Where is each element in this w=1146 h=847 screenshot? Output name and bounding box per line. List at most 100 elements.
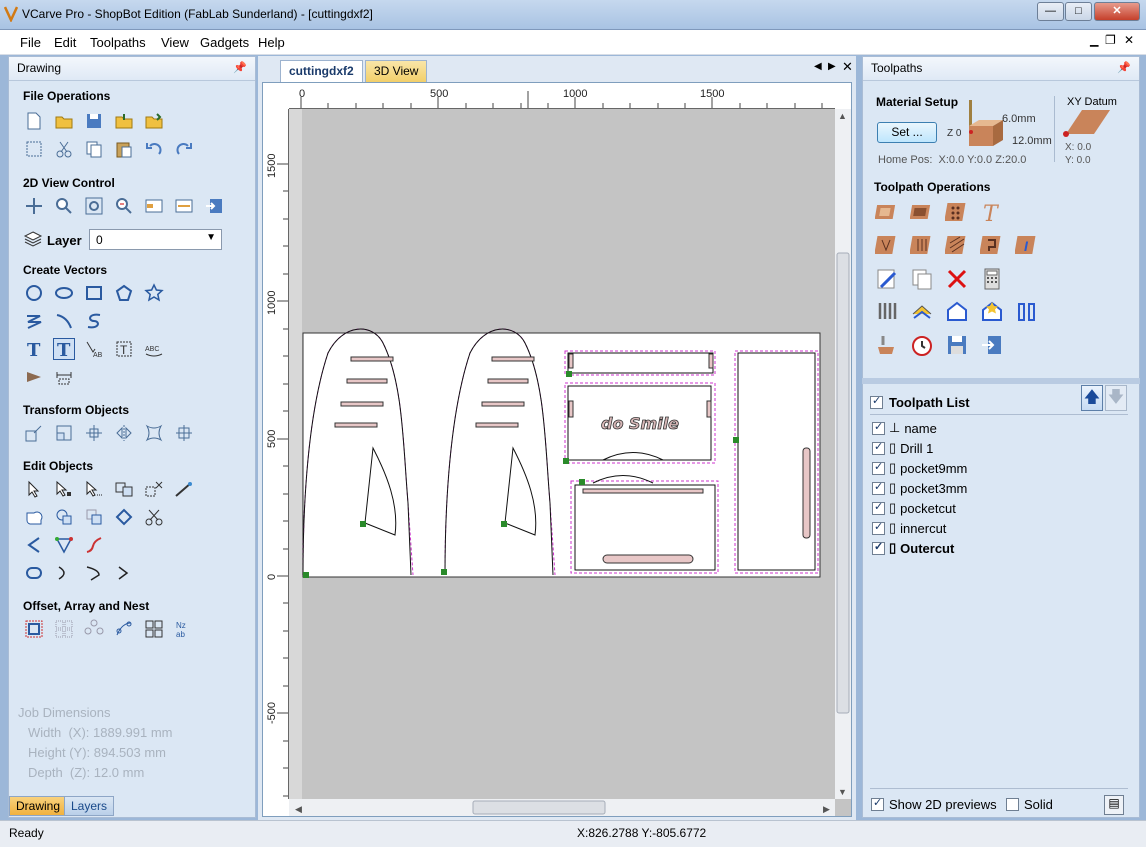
panel-splitter[interactable]: [862, 378, 1140, 384]
edit-toolpath-icon[interactable]: [874, 266, 900, 292]
join-vectors-icon[interactable]: [113, 506, 135, 528]
toolpath-row-pocket9mm[interactable]: ▯pocket9mm: [872, 458, 967, 478]
block-copy-icon[interactable]: [53, 618, 75, 640]
save-template-icon[interactable]: [979, 299, 1005, 325]
ungroup-icon[interactable]: [143, 478, 165, 500]
paste-icon[interactable]: [113, 138, 135, 160]
solid-option[interactable]: Solid: [1006, 797, 1053, 812]
draw-star-icon[interactable]: [143, 282, 165, 304]
cut-icon[interactable]: [53, 138, 75, 160]
distort-icon[interactable]: [143, 422, 165, 444]
draw-polyline-icon[interactable]: [23, 310, 45, 332]
prism-toolpath-icon[interactable]: [979, 232, 1005, 258]
pin-icon[interactable]: 📌: [233, 57, 247, 80]
menu-gadgets[interactable]: Gadgets: [200, 35, 249, 50]
engrave-text-icon[interactable]: T: [979, 199, 1005, 225]
close-vectors-icon[interactable]: [23, 562, 45, 584]
mdi-minimize-button[interactable]: ▁: [1090, 34, 1098, 47]
nest-text-icon[interactable]: Nz ab: [173, 618, 195, 640]
show-2d-previews-option[interactable]: Show 2D previews: [871, 796, 997, 812]
draw-ellipse-icon[interactable]: [53, 282, 75, 304]
auto-layout-text-icon[interactable]: T: [53, 338, 75, 360]
smooth-nodes-icon[interactable]: [53, 534, 75, 556]
circular-copy-icon[interactable]: [83, 618, 105, 640]
toolpath-checkbox[interactable]: [872, 440, 885, 455]
time-estimate-icon[interactable]: [909, 332, 935, 358]
copy-along-vectors-icon[interactable]: [113, 618, 135, 640]
zoom-extents-icon[interactable]: [83, 195, 105, 217]
tab-layers[interactable]: Layers: [64, 796, 115, 816]
toolpath-tiling-icon[interactable]: [1014, 299, 1040, 325]
delete-toolpath-icon[interactable]: [944, 266, 970, 292]
tab-drawing[interactable]: Drawing: [9, 796, 68, 816]
fillet-icon[interactable]: [23, 366, 45, 388]
close-button[interactable]: ✕: [1094, 2, 1140, 21]
view-left-icon[interactable]: [143, 195, 165, 217]
draw-arc-icon[interactable]: [53, 310, 75, 332]
pan-icon[interactable]: [23, 195, 45, 217]
menu-view[interactable]: View: [161, 35, 189, 50]
vcarve-toolpath-icon[interactable]: [874, 232, 900, 258]
tab-3d-view[interactable]: 3D View: [365, 60, 428, 82]
import-vectors-icon[interactable]: [113, 110, 135, 132]
set-origin-icon[interactable]: [173, 422, 195, 444]
toolpath-row-pocketcut[interactable]: ▯pocketcut: [872, 498, 956, 518]
menu-edit[interactable]: Edit: [54, 35, 76, 50]
menu-file[interactable]: File: [20, 35, 41, 50]
show-2d-checkbox[interactable]: [871, 796, 884, 811]
design-text[interactable]: do Smile: [601, 414, 680, 434]
toolpath-row-innercut[interactable]: ▯innercut: [872, 518, 946, 538]
view-fit-icon[interactable]: [173, 195, 195, 217]
close-tab-icon[interactable]: ✕: [842, 59, 853, 75]
move-up-button[interactable]: 🡅: [1081, 385, 1103, 411]
menu-help[interactable]: Help: [258, 35, 285, 50]
import-bitmap-icon[interactable]: [143, 110, 165, 132]
inlay-toolpath-icon[interactable]: I: [1014, 232, 1040, 258]
draw-curve-icon[interactable]: [83, 310, 105, 332]
layer-dropdown[interactable]: 0 ▼: [89, 229, 222, 250]
minimize-button[interactable]: —: [1037, 2, 1064, 21]
drilling-toolpath-icon[interactable]: [944, 199, 970, 225]
copy-icon[interactable]: [83, 138, 105, 160]
job-setup-icon[interactable]: [23, 138, 45, 160]
bend-text-icon[interactable]: ABC: [143, 338, 165, 360]
offset-icon[interactable]: [23, 618, 45, 640]
scroll-tabs-right-icon[interactable]: ▶: [828, 61, 836, 72]
group-icon[interactable]: [113, 478, 135, 500]
profile-toolpath-icon[interactable]: [874, 199, 900, 225]
calculator-icon[interactable]: [979, 266, 1005, 292]
pocket-toolpath-icon[interactable]: [909, 199, 935, 225]
toolpath-checkbox[interactable]: [872, 520, 885, 535]
tool-database-icon[interactable]: [874, 299, 900, 325]
fluting-toolpath-icon[interactable]: [909, 232, 935, 258]
fillet-tool-icon[interactable]: [83, 534, 105, 556]
measure-icon[interactable]: [173, 478, 195, 500]
text-icon[interactable]: T: [23, 338, 45, 360]
toolpath-row-outercut[interactable]: ▯Outercut: [872, 538, 954, 558]
toolpath-row-pocket3mm[interactable]: ▯pocket3mm: [872, 478, 967, 498]
mdi-close-button[interactable]: ✕: [1124, 33, 1134, 47]
zoom-selected-icon[interactable]: [113, 195, 135, 217]
toolpath-list-options-icon[interactable]: ▤: [1104, 795, 1124, 815]
solid-checkbox[interactable]: [1006, 798, 1019, 811]
mirror-icon[interactable]: [113, 422, 135, 444]
toolpath-checkbox[interactable]: [872, 540, 885, 555]
scale-icon[interactable]: [53, 422, 75, 444]
align-icon[interactable]: [83, 422, 105, 444]
toolpath-checkbox[interactable]: [872, 460, 885, 475]
toolpath-list-checkbox[interactable]: [870, 394, 883, 409]
texture-toolpath-icon[interactable]: [944, 232, 970, 258]
draw-circle-icon[interactable]: [23, 282, 45, 304]
toolpath-row-name[interactable]: ⊥name: [872, 418, 937, 438]
copy-toolpath-icon[interactable]: [909, 266, 935, 292]
select-arrow-icon[interactable]: [23, 478, 45, 500]
new-file-icon[interactable]: [23, 110, 45, 132]
toolpath-checkbox[interactable]: [872, 420, 885, 435]
mdi-restore-button[interactable]: ❐: [1105, 33, 1116, 47]
save-toolpaths-icon[interactable]: [944, 332, 970, 358]
set-material-button[interactable]: Set ...: [877, 122, 937, 143]
trim-vectors-icon[interactable]: [143, 506, 165, 528]
nest-parts-icon[interactable]: [143, 618, 165, 640]
preview-toolpaths-icon[interactable]: [874, 332, 900, 358]
weld-icon[interactable]: [23, 506, 45, 528]
